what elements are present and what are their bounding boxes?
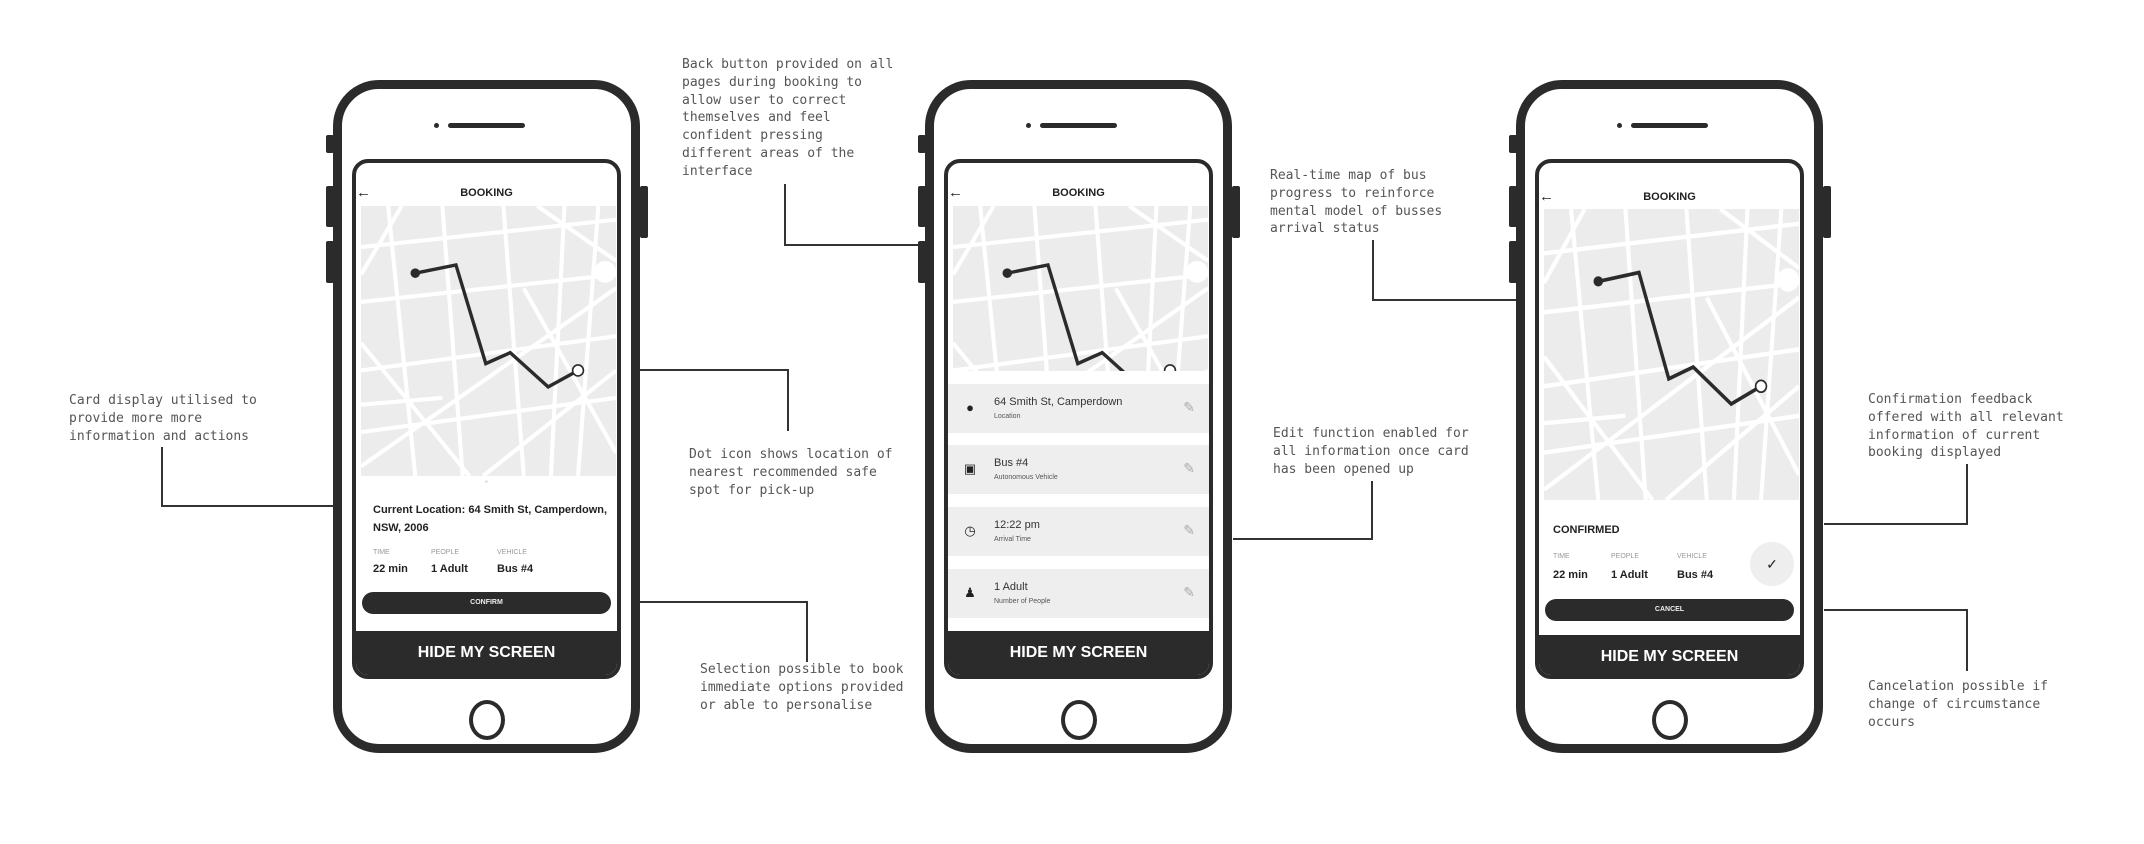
annotation-card: Card display utilised to provide more mo… xyxy=(69,393,257,444)
current-location: Current Location: 64 Smith St, Camperdow… xyxy=(373,504,608,534)
home-button[interactable] xyxy=(1652,700,1688,740)
map[interactable] xyxy=(1544,209,1799,500)
cancel-button[interactable]: CANCEL xyxy=(1545,599,1794,621)
vehicle-value: Bus #4 xyxy=(497,563,534,575)
leader-line xyxy=(787,369,789,431)
leader-line xyxy=(1372,240,1374,301)
annotation-dot: Dot icon shows location of nearest recom… xyxy=(689,447,893,498)
edit-pencil-icon[interactable]: ✎ xyxy=(1183,399,1195,416)
people-label: PEOPLE xyxy=(1611,553,1640,560)
leader-line xyxy=(640,369,789,371)
annotation-selection: Selection possible to book immediate opt… xyxy=(700,662,904,713)
hide-screen-button[interactable]: HIDE MY SCREEN xyxy=(948,631,1209,675)
pickup-spot-dot xyxy=(1163,364,1177,371)
page-title: BOOKING xyxy=(1052,187,1105,199)
hide-screen-button[interactable]: HIDE MY SCREEN xyxy=(1539,635,1800,675)
status-confirmed: CONFIRMED xyxy=(1553,524,1620,536)
item-title: 12:22 pm xyxy=(994,519,1040,531)
page-title: BOOKING xyxy=(460,187,513,199)
time-value: 22 min xyxy=(1553,569,1588,581)
people-value: 1 Adult xyxy=(1611,569,1648,581)
item-subtitle: Arrival Time xyxy=(994,536,1031,543)
time-label: TIME xyxy=(1553,553,1570,560)
edit-pencil-icon[interactable]: ✎ xyxy=(1183,584,1195,601)
item-subtitle: Number of People xyxy=(994,598,1051,605)
list-item-time[interactable]: ◷ 12:22 pm Arrival Time ✎ xyxy=(948,507,1209,556)
item-title: Bus #4 xyxy=(994,457,1029,469)
item-subtitle: Location xyxy=(994,413,1021,420)
annotation-confirmation: Confirmation feedback offered with all r… xyxy=(1868,392,2064,461)
list-item-people[interactable]: ♟ 1 Adult Number of People ✎ xyxy=(948,569,1209,618)
chevron-up-icon[interactable]: ⌃ xyxy=(356,479,617,490)
phone-screen: ← BOOKING CONFIRMED TIME PEOPLE VEHICLE … xyxy=(1535,159,1804,679)
leader-line xyxy=(1371,481,1373,540)
person-icon: ♟ xyxy=(964,585,976,600)
leader-line xyxy=(806,601,808,662)
page-title: BOOKING xyxy=(1643,191,1696,203)
clock-icon: ◷ xyxy=(964,523,976,538)
leader-line xyxy=(640,601,808,603)
leader-line xyxy=(1372,299,1516,301)
leader-line xyxy=(161,505,333,507)
phone-booking-confirmed: ← BOOKING CONFIRMED TIME PEOPLE VEHICLE … xyxy=(1509,80,1831,753)
home-button[interactable] xyxy=(1061,700,1097,740)
location-pin-icon: ● xyxy=(966,400,974,415)
leader-line xyxy=(784,184,786,246)
home-button[interactable] xyxy=(469,700,505,740)
checkmark-icon: ✓ xyxy=(1750,542,1794,586)
leader-line xyxy=(1966,609,1968,671)
bus-position-dot xyxy=(1593,276,1604,287)
time-value: 22 min xyxy=(373,563,408,575)
annotation-back: Back button provided on all pages during… xyxy=(682,57,894,179)
bus-position-dot xyxy=(410,268,421,278)
phone-booking-details: ← BOOKING ● 64 Smith St, Camperdown Locati… xyxy=(918,80,1240,753)
leader-line xyxy=(1966,464,1968,525)
leader-line xyxy=(1233,538,1373,540)
leader-line xyxy=(784,244,925,246)
pickup-spot-dot xyxy=(1754,379,1768,394)
annotation-realtime: Real-time map of bus progress to reinfor… xyxy=(1270,168,1443,237)
item-title: 1 Adult xyxy=(994,581,1028,593)
vehicle-label: VEHICLE xyxy=(497,549,527,556)
leader-line xyxy=(161,447,163,507)
edit-pencil-icon[interactable]: ✎ xyxy=(1183,522,1195,539)
list-item-location[interactable]: ● 64 Smith St, Camperdown Location ✎ xyxy=(948,384,1209,433)
time-label: TIME xyxy=(373,549,390,556)
pickup-spot-dot xyxy=(571,364,585,377)
leader-line xyxy=(1824,609,1968,611)
vehicle-label: VEHICLE xyxy=(1677,553,1707,560)
edit-pencil-icon[interactable]: ✎ xyxy=(1183,460,1195,477)
vehicle-value: Bus #4 xyxy=(1677,569,1714,581)
bus-position-dot xyxy=(1002,268,1013,278)
map[interactable] xyxy=(953,206,1208,371)
item-title: 64 Smith St, Camperdown xyxy=(994,396,1123,408)
list-item-vehicle[interactable]: ▣ Bus #4 Autonomous Vehicle ✎ xyxy=(948,445,1209,494)
annotation-edit: Edit function enabled for all informatio… xyxy=(1273,426,1469,477)
item-subtitle: Autonomous Vehicle xyxy=(994,474,1058,481)
people-label: PEOPLE xyxy=(431,549,460,556)
annotation-cancel: Cancelation possible if change of circum… xyxy=(1868,679,2049,730)
leader-line xyxy=(1824,523,1968,525)
people-value: 1 Adult xyxy=(431,563,468,575)
phone-screen: ← BOOKING ⌃ Current Location: 64 Smith S… xyxy=(352,159,621,679)
hide-screen-button[interactable]: HIDE MY SCREEN xyxy=(356,631,617,675)
phone-booking-card: ← BOOKING ⌃ Current Location: 64 Smith S… xyxy=(326,80,648,753)
map[interactable] xyxy=(361,206,616,476)
phone-screen: ← BOOKING ● 64 Smith St, Camperdown Locati… xyxy=(944,159,1213,679)
confirm-button[interactable]: CONFIRM xyxy=(362,592,611,614)
car-icon: ▣ xyxy=(963,461,977,476)
